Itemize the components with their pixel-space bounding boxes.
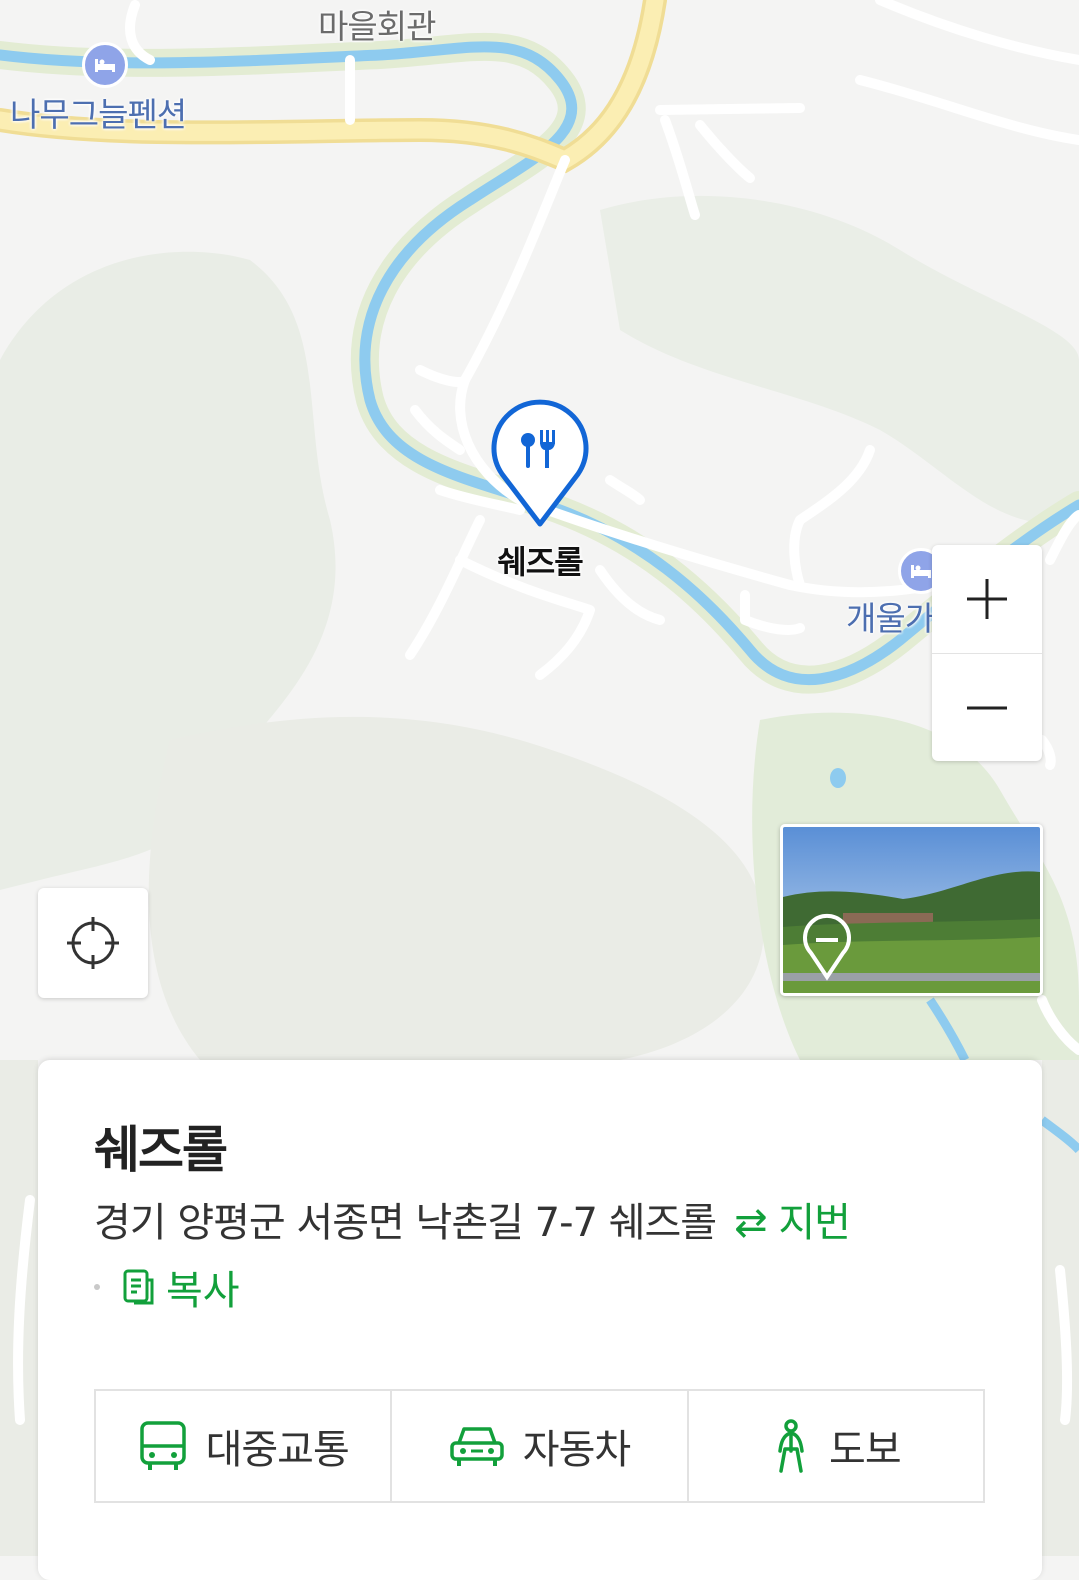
current-location-button[interactable] — [38, 888, 148, 998]
route-options: 대중교통 자동차 도보 — [94, 1389, 985, 1503]
pin-label[interactable]: 쉐즈롤 — [470, 537, 610, 583]
street-view-icon — [816, 938, 838, 942]
place-title: 쉐즈롤 — [94, 1121, 228, 1179]
crosshair-icon — [67, 917, 119, 969]
copy-row: 복사 — [94, 1258, 240, 1316]
walk-icon — [778, 1419, 804, 1473]
copy-label: 복사 — [166, 1268, 240, 1314]
bus-icon — [139, 1421, 186, 1470]
zoom-control — [932, 545, 1042, 761]
place-pin[interactable] — [488, 398, 592, 530]
pond — [830, 768, 846, 788]
copy-icon — [123, 1269, 154, 1305]
route-car-button[interactable]: 자동차 — [390, 1391, 686, 1501]
lodging-icon[interactable] — [82, 42, 128, 88]
separator-dot — [94, 1284, 100, 1290]
address-row: 경기 양평군 서종면 낙촌길 7-7 쉐즈롤 ⇄ 지번 — [94, 1190, 851, 1248]
route-transit-label: 대중교통 — [205, 1427, 350, 1473]
map-label-pension[interactable]: 나무그늘펜션 — [10, 88, 187, 136]
map-label-gaeul[interactable]: 개울가 — [846, 592, 935, 640]
street-view-image — [783, 827, 1040, 993]
zoom-out-button[interactable] — [932, 653, 1042, 761]
route-car-label: 자동차 — [522, 1427, 631, 1473]
minus-icon — [967, 706, 1007, 710]
place-info-card: 쉐즈롤 경기 양평군 서종면 낙촌길 7-7 쉐즈롤 ⇄ 지번 복사 대중교통 — [38, 1060, 1042, 1580]
route-walk-button[interactable]: 도보 — [686, 1391, 983, 1501]
road-address: 경기 양평군 서종면 낙촌길 7-7 쉐즈롤 — [94, 1200, 717, 1246]
route-transit-button[interactable]: 대중교통 — [96, 1391, 390, 1501]
route-walk-label: 도보 — [829, 1427, 902, 1473]
jibun-toggle-button[interactable]: ⇄ 지번 — [734, 1200, 851, 1246]
copy-address-button[interactable]: 복사 — [122, 1258, 240, 1316]
map-label-village-hall[interactable]: 마을회관 — [318, 0, 436, 48]
zoom-in-button[interactable] — [932, 545, 1042, 653]
car-icon — [450, 1427, 504, 1466]
plus-icon — [967, 579, 1007, 619]
street-view-thumbnail[interactable] — [780, 824, 1043, 996]
